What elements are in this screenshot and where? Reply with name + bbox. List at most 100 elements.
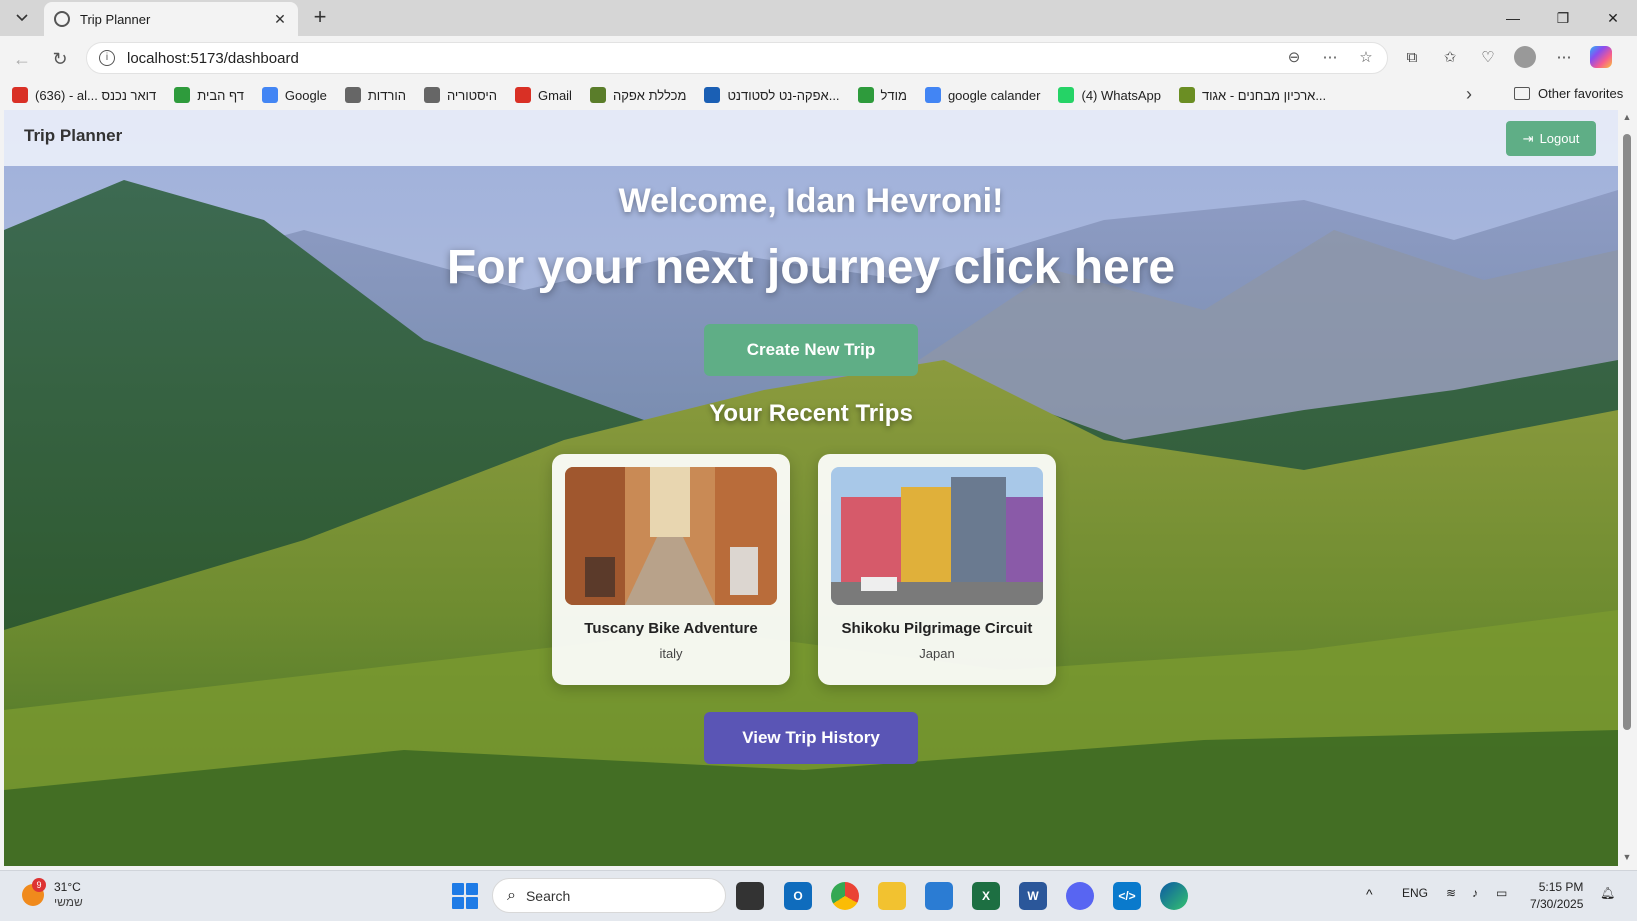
logout-button[interactable]: ⇥ Logout xyxy=(1506,121,1596,156)
moodle-icon xyxy=(174,87,191,103)
zoom-icon[interactable]: ⊖ xyxy=(1283,47,1305,69)
vscode-icon[interactable]: </> xyxy=(1113,882,1141,910)
windows-taskbar: 9 31°C שמשי ⌕ Search O X W </> ^ ENG ≋ ♪… xyxy=(0,870,1637,921)
scroll-up-icon[interactable]: ▲ xyxy=(1622,112,1632,122)
start-icon[interactable] xyxy=(452,883,478,909)
new-tab-button[interactable]: + xyxy=(306,4,334,32)
task-view-icon[interactable] xyxy=(736,882,764,910)
weather-desc: שמשי xyxy=(54,895,83,909)
trip-country: italy xyxy=(659,646,683,661)
file-explorer-icon[interactable] xyxy=(878,882,906,910)
weather-widget[interactable]: 9 31°C שמשי xyxy=(22,878,83,910)
app-brand[interactable]: Trip Planner xyxy=(24,126,122,146)
window-close-icon[interactable]: ✕ xyxy=(1590,6,1636,30)
bookmark-label: (636) - al... דואר נכנס xyxy=(35,87,157,103)
tab-title: Trip Planner xyxy=(80,11,151,27)
notifications-icon[interactable]: 🔔︎ xyxy=(1600,886,1615,900)
bookmark-item[interactable]: Google xyxy=(261,87,327,103)
calendar-icon xyxy=(924,87,941,103)
notepad-icon[interactable] xyxy=(925,882,953,910)
bookmark-item[interactable]: הורדות xyxy=(344,87,406,103)
system-clock[interactable]: 5:15 PM 7/30/2025 xyxy=(1530,879,1583,913)
trip-card[interactable]: Tuscany Bike Adventure italy xyxy=(552,454,790,685)
bookmark-label: אפקה-נט לסטודנט... xyxy=(727,87,840,103)
trip-photo-japan xyxy=(831,467,1043,605)
edge-icon[interactable] xyxy=(1160,882,1188,910)
minimize-icon[interactable]: — xyxy=(1490,6,1536,30)
reload-icon[interactable]: ↻ xyxy=(46,45,74,73)
chrome-icon[interactable] xyxy=(831,882,859,910)
clock-time: 5:15 PM xyxy=(1538,880,1584,894)
site-info-icon[interactable]: i xyxy=(99,50,115,66)
clock-date: 7/30/2025 xyxy=(1530,897,1584,911)
extensions-icon[interactable]: ⧉ xyxy=(1400,46,1424,70)
outlook-icon[interactable]: O xyxy=(784,882,812,910)
whatsapp-icon xyxy=(1058,87,1075,103)
battery-icon[interactable]: ▭ xyxy=(1496,886,1507,900)
favorite-star-icon[interactable]: ☆ xyxy=(1355,47,1377,69)
bookmark-label: היסטוריה xyxy=(446,87,497,103)
bookmarks-bar: (636) - al... דואר נכנס דף הבית Google הורד… xyxy=(0,80,1637,110)
bookmark-item[interactable]: אפקה-נט לסטודנט... xyxy=(704,87,840,103)
bookmark-item[interactable]: היסטוריה xyxy=(423,87,497,103)
url-text[interactable]: localhost:5173/dashboard xyxy=(127,50,299,67)
favorites-icon[interactable]: ✩ xyxy=(1438,46,1462,70)
tab-strip: Trip Planner ✕ + — ❐ ✕ xyxy=(0,0,1637,36)
bookmark-item[interactable]: דף הבית xyxy=(174,87,244,103)
taskbar-search-label: Search xyxy=(525,887,571,904)
tagline-heading: For your next journey click here xyxy=(446,241,1176,294)
address-toolbar: ← ↻ i localhost:5173/dashboard ⊖ ⋯ ☆ ⧉ ✩… xyxy=(0,36,1637,80)
browser-window: Trip Planner ✕ + — ❐ ✕ ← ↻ i localhost:5… xyxy=(0,0,1637,870)
gmail-icon xyxy=(515,87,531,103)
restore-icon[interactable]: ❐ xyxy=(1540,6,1586,30)
tab-close-icon[interactable]: ✕ xyxy=(272,11,288,28)
more-tools-icon[interactable]: ⋯ xyxy=(1319,47,1341,69)
gmail-icon xyxy=(12,87,28,103)
scroll-thumb[interactable] xyxy=(1623,134,1631,730)
trip-title: Tuscany Bike Adventure xyxy=(584,620,758,637)
bookmark-item[interactable]: מכללת אפקה xyxy=(589,87,686,103)
bookmarks-more-icon[interactable]: › xyxy=(1466,84,1472,105)
scroll-down-icon[interactable]: ▼ xyxy=(1622,852,1632,862)
search-icon: ⌕ xyxy=(507,886,516,904)
trip-card[interactable]: Shikoku Pilgrimage Circuit Japan xyxy=(818,454,1056,685)
bookmark-label: Gmail xyxy=(538,87,572,103)
bookmark-item[interactable]: (636) - al... דואר נכנס xyxy=(12,87,156,103)
volume-icon[interactable]: ♪ xyxy=(1472,886,1478,900)
excel-icon[interactable]: X xyxy=(972,882,1000,910)
other-favorites[interactable]: Other favorites xyxy=(1514,86,1623,101)
tray-overflow-icon[interactable]: ^ xyxy=(1366,886,1373,902)
trip-title: Shikoku Pilgrimage Circuit xyxy=(841,620,1033,637)
logout-label: Logout xyxy=(1539,131,1580,146)
profile-icon[interactable] xyxy=(1514,46,1538,70)
bookmark-item[interactable]: מודל xyxy=(857,87,907,103)
chevron-down-icon xyxy=(16,14,28,22)
copilot-icon[interactable] xyxy=(1590,46,1614,70)
tab-list-button[interactable] xyxy=(8,6,36,30)
browser-tab[interactable]: Trip Planner ✕ xyxy=(44,2,298,36)
settings-menu-icon[interactable]: ⋯ xyxy=(1552,46,1576,70)
language-indicator[interactable]: ENG xyxy=(1402,886,1428,900)
sun-icon: 9 xyxy=(22,878,46,906)
wifi-icon[interactable]: ≋ xyxy=(1446,886,1456,900)
page-viewport: Trip Planner ⇥ Logout Welcome, Idan Hevr… xyxy=(4,110,1618,866)
logout-icon: ⇥ xyxy=(1522,130,1534,146)
bookmark-item[interactable]: (4) WhatsApp xyxy=(1058,87,1161,103)
word-icon[interactable]: W xyxy=(1019,882,1047,910)
discord-icon[interactable] xyxy=(1066,882,1094,910)
create-new-trip-button[interactable]: Create New Trip xyxy=(704,324,918,376)
bookmark-item[interactable]: ארכיון מבחנים - אגוד... xyxy=(1178,87,1326,103)
weather-temp: 31°C xyxy=(54,880,81,894)
tab-favicon-icon xyxy=(54,11,70,27)
bookmark-label: הורדות xyxy=(367,87,406,103)
bookmark-item[interactable]: google calander xyxy=(924,87,1040,103)
back-icon[interactable]: ← xyxy=(8,45,36,73)
other-favorites-label: Other favorites xyxy=(1538,86,1624,101)
page-scrollbar[interactable]: ▲ ▼ xyxy=(1620,110,1634,866)
view-trip-history-button[interactable]: View Trip History xyxy=(704,712,918,764)
afeka-net-icon xyxy=(704,87,721,103)
address-bar[interactable]: i localhost:5173/dashboard ⊖ ⋯ ☆ xyxy=(86,42,1388,74)
taskbar-search[interactable]: ⌕ Search xyxy=(492,878,726,913)
bookmark-item[interactable]: Gmail xyxy=(515,87,572,103)
browser-essentials-icon[interactable]: ♡ xyxy=(1476,46,1500,70)
